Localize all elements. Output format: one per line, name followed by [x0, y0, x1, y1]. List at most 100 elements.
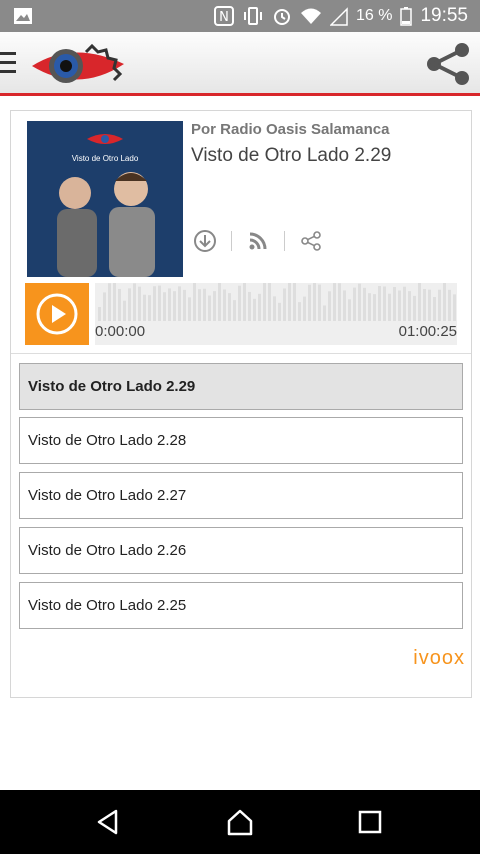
back-icon[interactable] — [94, 808, 122, 836]
waveform-bar — [238, 285, 241, 321]
waveform-bar — [433, 297, 436, 321]
waveform-bar — [258, 293, 261, 321]
waveform-bar — [318, 284, 321, 321]
waveform-bar — [283, 288, 286, 321]
playlist-item[interactable]: Visto de Otro Lado 2.29 — [19, 363, 463, 410]
waveform-bar — [453, 294, 456, 321]
episode-author[interactable]: Por Radio Oasis Salamanca — [191, 121, 389, 138]
nfc-icon: N — [213, 6, 234, 26]
waveform-bar — [133, 283, 136, 321]
waveform-bar — [143, 294, 146, 321]
wifi-icon — [300, 8, 321, 24]
waveform-bar — [403, 286, 406, 321]
waveform-bar — [208, 295, 211, 321]
waveform-bar — [268, 283, 271, 321]
status-icons: N 16 % 19:55 — [213, 0, 468, 32]
alarm-icon — [273, 9, 290, 25]
waveform-bar — [158, 285, 161, 321]
waveform-bar — [448, 289, 451, 321]
cover-title: Visto de Otro Lado — [72, 154, 139, 163]
waveform-bar — [418, 283, 421, 321]
cover-art: Visto de Otro Lado — [27, 121, 183, 277]
rss-icon[interactable] — [244, 227, 272, 255]
share-icon[interactable] — [424, 40, 472, 88]
waveform-bar — [228, 293, 231, 321]
waveform-bar — [273, 296, 276, 321]
waveform-bar — [213, 291, 216, 321]
podcast-widget: Visto de Otro Lado Por Radio Oasis Salam… — [10, 110, 472, 698]
waveform-bar — [178, 286, 181, 321]
waveform-bar — [218, 283, 221, 321]
waveform-bar — [388, 293, 391, 321]
waveform-bar — [173, 291, 176, 321]
waveform-bar — [103, 292, 106, 321]
audio-player: 0:00:00 01:00:25 — [25, 283, 457, 345]
divider — [11, 353, 471, 354]
waveform-bar — [293, 283, 296, 321]
waveform-bar — [153, 286, 156, 321]
waveform-bar — [413, 295, 416, 321]
playlist-item-label: Visto de Otro Lado 2.26 — [28, 542, 187, 559]
waveform-bar — [328, 291, 331, 321]
waveform-bar — [123, 300, 126, 321]
download-icon[interactable] — [191, 227, 219, 255]
clock: 19:55 — [420, 5, 468, 26]
waveform-bar — [443, 283, 446, 321]
waveform-bar — [148, 295, 151, 321]
playlist-item-label: Visto de Otro Lado 2.29 — [28, 378, 196, 395]
app-bar — [0, 32, 480, 96]
current-time: 0:00:00 — [95, 323, 146, 340]
waveform-bar — [438, 289, 441, 321]
play-icon — [36, 293, 78, 335]
waveform-bar — [183, 289, 186, 321]
waveform-bar — [408, 291, 411, 321]
episode-title[interactable]: Visto de Otro Lado 2.29 — [191, 145, 391, 167]
vibrate-icon — [243, 7, 262, 25]
recents-icon[interactable] — [356, 808, 384, 836]
signal-icon — [329, 7, 348, 26]
playlist-item[interactable]: Visto de Otro Lado 2.27 — [19, 472, 463, 519]
app-logo — [32, 43, 124, 83]
status-bar: N 16 % 19:55 — [0, 0, 480, 32]
waveform-bar — [223, 289, 226, 321]
waveform-bar — [248, 291, 251, 321]
waveform-bar — [363, 287, 366, 321]
episode-cover: Visto de Otro Lado — [27, 121, 183, 277]
waveform-bar — [298, 302, 301, 321]
waveform-bar — [243, 283, 246, 321]
play-button[interactable] — [25, 283, 89, 345]
ivoox-logo[interactable]: ivoox — [413, 647, 465, 670]
gallery-icon — [14, 8, 32, 24]
playlist-item[interactable]: Visto de Otro Lado 2.25 — [19, 582, 463, 629]
waveform-bar — [343, 290, 346, 321]
waveform-bar — [393, 287, 396, 321]
waveform-bar — [423, 289, 426, 321]
playlist-item-label: Visto de Otro Lado 2.28 — [28, 432, 187, 449]
episode-actions — [191, 227, 325, 255]
waveform-bar — [383, 286, 386, 321]
waveform-bar — [113, 283, 116, 321]
battery-text: 16 % — [355, 7, 393, 24]
home-icon[interactable] — [226, 808, 254, 836]
playlist-item-label: Visto de Otro Lado 2.25 — [28, 597, 187, 614]
share-icon[interactable] — [297, 227, 325, 255]
waveform-bar — [188, 297, 191, 321]
waveform-bar — [163, 292, 166, 321]
waveform-bar — [263, 283, 266, 321]
waveform-bar — [323, 305, 326, 321]
waveform-bar — [303, 296, 306, 321]
waveform-bar — [98, 307, 101, 321]
waveform-bar — [128, 288, 131, 321]
action-separator — [231, 231, 232, 251]
waveform-bar — [278, 302, 281, 321]
waveform-bar — [338, 283, 341, 321]
playlist-item[interactable]: Visto de Otro Lado 2.26 — [19, 527, 463, 574]
menu-icon[interactable] — [0, 52, 16, 74]
playlist-item[interactable]: Visto de Otro Lado 2.28 — [19, 417, 463, 464]
waveform-bar — [358, 283, 361, 321]
waveform-bar — [118, 288, 121, 321]
duration: 01:00:25 — [398, 323, 457, 340]
waveform-bar — [203, 288, 206, 321]
waveform-bar — [428, 289, 431, 321]
waveform-bar — [373, 294, 376, 321]
